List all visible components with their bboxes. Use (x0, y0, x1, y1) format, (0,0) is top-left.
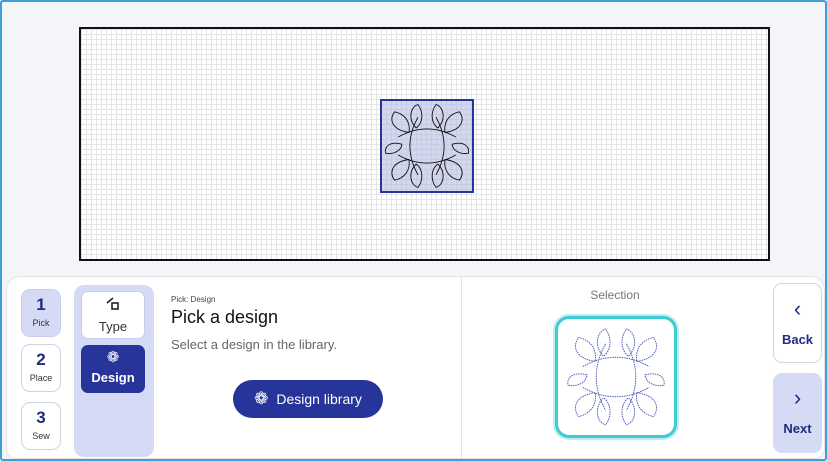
design-pattern (384, 104, 470, 188)
panel-divider (461, 277, 462, 459)
substep-column: Type ❁ Design (74, 285, 154, 457)
next-label: Next (783, 421, 812, 436)
type-shapes-icon (82, 297, 144, 315)
back-label: Back (781, 332, 814, 347)
step-navigator: 1 Pick 2 Place 3 Sew Type ❁ Design (18, 285, 154, 457)
substep-label: Design (91, 370, 135, 385)
step-number: 1 (36, 295, 46, 314)
flower-icon: ❁ (254, 389, 269, 408)
preview-pattern (567, 328, 665, 426)
step-number: 2 (36, 350, 46, 369)
selected-design-preview[interactable] (555, 316, 677, 438)
step-pick[interactable]: 1 Pick (21, 289, 61, 337)
chevron-right-icon: › (793, 385, 802, 410)
page-title: Pick a design (171, 307, 279, 327)
step-label: Sew (32, 431, 50, 441)
step-label: Pick (32, 318, 50, 328)
design-library-label: Design library (276, 391, 362, 407)
chevron-left-icon: ‹ (793, 296, 802, 321)
pick-section: Pick: Design Pick a design Select a desi… (171, 295, 337, 352)
step-number: 3 (36, 408, 46, 427)
step-label: Place (29, 373, 53, 383)
substep-design-button[interactable]: ❁ Design (81, 345, 145, 393)
instruction-text: Select a design in the library. (171, 337, 337, 352)
breadcrumb: Pick: Design (171, 295, 216, 304)
step-sew[interactable]: 3 Sew (21, 402, 61, 450)
placed-design-block[interactable] (380, 99, 474, 193)
next-button[interactable]: › Next (773, 373, 822, 453)
design-library-button[interactable]: ❁ Design library (233, 380, 383, 418)
step-column: 1 Pick 2 Place 3 Sew (18, 285, 70, 457)
sewing-canvas[interactable] (79, 27, 770, 261)
step-place[interactable]: 2 Place (21, 344, 61, 392)
back-button[interactable]: ‹ Back (773, 283, 822, 363)
flower-icon: ❁ (106, 349, 120, 366)
selection-title: Selection (590, 288, 640, 302)
substep-type-button[interactable]: Type (81, 291, 145, 339)
substep-label: Type (98, 319, 128, 334)
